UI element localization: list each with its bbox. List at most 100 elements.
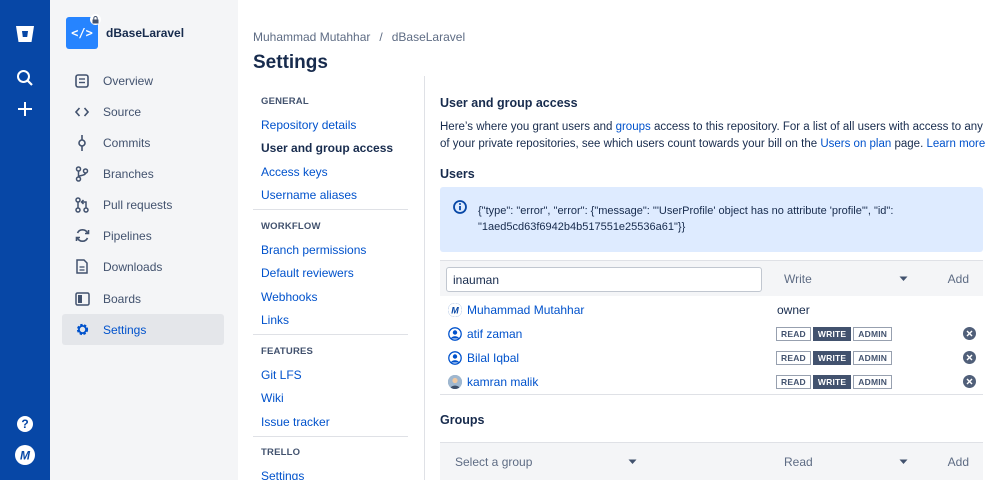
user-row: atif zaman READ WRITE ADMIN bbox=[440, 324, 983, 348]
settings-link-issue-tracker[interactable]: Issue tracker bbox=[261, 415, 330, 429]
sidebar-item-pipelines[interactable]: Pipelines bbox=[62, 220, 224, 251]
add-group-button[interactable]: Add bbox=[948, 455, 969, 469]
breadcrumb-separator: / bbox=[379, 30, 383, 44]
remove-user-icon[interactable] bbox=[963, 375, 976, 388]
boards-icon bbox=[74, 291, 90, 307]
desc-text: Here’s where you grant users and bbox=[440, 121, 616, 133]
settings-link-wiki[interactable]: Wiki bbox=[261, 391, 284, 405]
settings-link-trello-settings[interactable]: Settings bbox=[261, 469, 304, 480]
sidebar-item-label: Branches bbox=[103, 166, 154, 181]
permission-write[interactable]: WRITE bbox=[812, 375, 852, 389]
add-user-bar: Write Add bbox=[440, 260, 983, 296]
project-name: dBaseLaravel bbox=[106, 26, 185, 40]
sidebar-item-source[interactable]: Source bbox=[62, 96, 224, 127]
users-on-plan-link[interactable]: Users on plan bbox=[820, 138, 891, 150]
settings-link-links[interactable]: Links bbox=[261, 313, 289, 327]
sidebar-item-label: Pipelines bbox=[103, 228, 152, 243]
permission-read[interactable]: READ bbox=[776, 327, 811, 341]
settings-link-branch-permissions[interactable]: Branch permissions bbox=[261, 243, 366, 257]
permission-read[interactable]: READ bbox=[776, 375, 811, 389]
error-alert: {"type": "error", "error": {"message": "… bbox=[440, 187, 983, 252]
sidebar-item-overview[interactable]: Overview bbox=[62, 65, 224, 96]
sidebar-item-label: Commits bbox=[103, 135, 151, 150]
group-permission-select[interactable]: Read bbox=[784, 455, 813, 469]
breadcrumb-owner[interactable]: Muhammad Mutahhar bbox=[253, 30, 370, 44]
learn-more-link[interactable]: Learn more bbox=[926, 138, 985, 150]
user-avatar[interactable]: M bbox=[448, 303, 462, 317]
groups-title: Groups bbox=[440, 413, 485, 427]
chevron-down-icon[interactable] bbox=[627, 457, 637, 467]
sidebar-item-label: Boards bbox=[103, 291, 142, 306]
user-name[interactable]: atif zaman bbox=[467, 327, 522, 341]
overview-icon bbox=[74, 73, 90, 89]
permission-write[interactable]: WRITE bbox=[812, 351, 852, 365]
permission-admin[interactable]: ADMIN bbox=[853, 351, 893, 365]
help-icon[interactable]: ? bbox=[13, 412, 37, 436]
permission-write[interactable]: WRITE bbox=[812, 327, 852, 341]
user-avatar[interactable] bbox=[448, 327, 462, 341]
project-avatar: </> bbox=[66, 14, 101, 49]
groups-link[interactable]: groups bbox=[616, 121, 651, 133]
user-role: owner bbox=[777, 303, 810, 317]
sidebar-item-settings[interactable]: Settings bbox=[62, 314, 224, 345]
user-name[interactable]: Bilal Iqbal bbox=[467, 351, 519, 365]
bitbucket-logo-icon[interactable] bbox=[13, 22, 37, 46]
chevron-down-icon[interactable] bbox=[898, 274, 908, 284]
add-user-button[interactable]: Add bbox=[948, 272, 969, 286]
chevron-down-icon[interactable] bbox=[898, 457, 908, 467]
user-avatar[interactable] bbox=[448, 351, 462, 365]
permission-admin[interactable]: ADMIN bbox=[853, 327, 893, 341]
user-name[interactable]: Muhammad Mutahhar bbox=[467, 303, 584, 317]
sidebar-item-pull-requests[interactable]: Pull requests bbox=[62, 189, 224, 220]
settings-divider bbox=[253, 334, 408, 335]
settings-link-default-reviewers[interactable]: Default reviewers bbox=[261, 266, 354, 280]
info-icon bbox=[453, 200, 467, 217]
create-icon[interactable] bbox=[13, 97, 37, 121]
remove-user-icon[interactable] bbox=[963, 327, 976, 340]
permission-admin[interactable]: ADMIN bbox=[853, 375, 893, 389]
user-row: kamran malik READ WRITE ADMIN bbox=[440, 372, 983, 396]
project-header[interactable]: </> dBaseLaravel bbox=[66, 14, 185, 49]
user-name[interactable]: kamran malik bbox=[467, 375, 538, 389]
profile-avatar-icon[interactable]: M bbox=[13, 443, 37, 467]
permission-badges: READ WRITE ADMIN bbox=[776, 351, 894, 365]
gear-icon bbox=[74, 322, 90, 338]
settings-link-webhooks[interactable]: Webhooks bbox=[261, 290, 317, 304]
content-divider bbox=[424, 76, 425, 480]
sidebar-item-boards[interactable]: Boards bbox=[62, 283, 224, 314]
branches-icon bbox=[74, 165, 90, 182]
page-title: Settings bbox=[253, 52, 328, 73]
settings-link-git-lfs[interactable]: Git LFS bbox=[261, 368, 302, 382]
sidebar-item-label: Overview bbox=[103, 73, 154, 88]
users-list-divider bbox=[440, 394, 983, 395]
add-group-bar: Select a group Read Add bbox=[440, 442, 983, 480]
commits-icon bbox=[74, 134, 90, 151]
lock-icon bbox=[90, 14, 101, 25]
user-search-input[interactable] bbox=[446, 267, 762, 292]
user-row: M Muhammad Mutahhar owner bbox=[440, 300, 983, 324]
group-select[interactable]: Select a group bbox=[455, 455, 532, 469]
permission-badges: READ WRITE ADMIN bbox=[776, 327, 894, 341]
sidebar-item-commits[interactable]: Commits bbox=[62, 127, 224, 158]
permission-read[interactable]: READ bbox=[776, 351, 811, 365]
settings-group-features: FEATURES bbox=[261, 346, 314, 357]
search-icon[interactable] bbox=[13, 66, 37, 90]
settings-link-repository-details[interactable]: Repository details bbox=[261, 118, 356, 132]
breadcrumb: Muhammad Mutahhar / dBaseLaravel bbox=[253, 30, 465, 44]
svg-text:M: M bbox=[451, 306, 459, 316]
settings-link-user-group-access[interactable]: User and group access bbox=[261, 141, 393, 155]
user-avatar[interactable] bbox=[448, 375, 462, 389]
settings-link-access-keys[interactable]: Access keys bbox=[261, 165, 328, 179]
svg-text:?: ? bbox=[21, 417, 28, 431]
user-row: Bilal Iqbal READ WRITE ADMIN bbox=[440, 348, 983, 372]
sidebar-item-downloads[interactable]: Downloads bbox=[62, 251, 224, 282]
settings-link-username-aliases[interactable]: Username aliases bbox=[261, 188, 357, 202]
permission-select[interactable]: Write bbox=[784, 272, 812, 286]
remove-user-icon[interactable] bbox=[963, 351, 976, 364]
source-icon bbox=[74, 104, 90, 120]
project-sidebar: </> dBaseLaravel Overview Source Commits… bbox=[50, 0, 238, 480]
svg-text:M: M bbox=[20, 449, 31, 463]
sidebar-item-branches[interactable]: Branches bbox=[62, 158, 224, 189]
desc-text: page. bbox=[891, 138, 927, 150]
breadcrumb-repo[interactable]: dBaseLaravel bbox=[392, 30, 465, 44]
